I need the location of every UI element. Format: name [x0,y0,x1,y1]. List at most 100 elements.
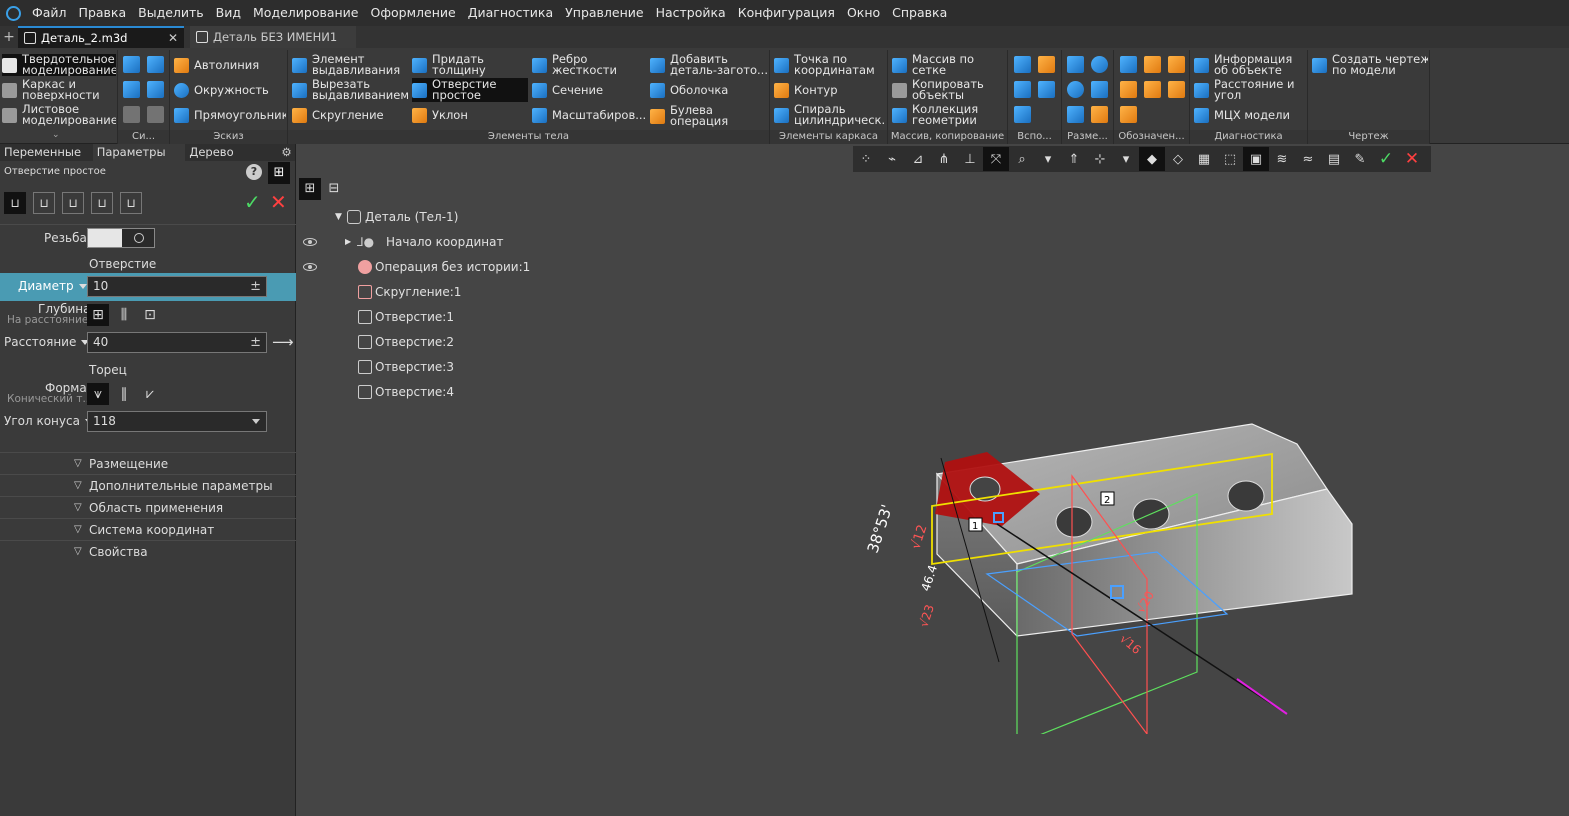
section-coordinate-system[interactable]: ▽ Система координат [0,518,296,540]
group-title[interactable]: Си... [118,130,169,144]
lcs-icon[interactable] [1038,81,1055,98]
depth-through-icon[interactable]: ⫼ [113,304,135,326]
hole-variant-3-button[interactable]: ⊔ [62,192,84,214]
depth-dimension[interactable]: 46.4 [919,563,941,593]
section-additional-params[interactable]: ▽ Дополнительные параметры [0,474,296,496]
diameter-dim-icon[interactable] [1091,56,1108,73]
section-scope[interactable]: ▽ Область применения [0,496,296,518]
cone-angle-select[interactable]: 118 [87,411,267,432]
menu-diagnostics[interactable]: Диагностика [462,0,559,26]
diameter-dimension[interactable]: √12 [909,523,931,551]
expand-chevron-icon[interactable]: ⌄ [52,130,60,140]
group-title[interactable]: Элементы тела [288,130,769,144]
thicken-button[interactable]: Придать толщину [412,53,528,77]
redo-icon[interactable] [147,106,164,123]
grid-array-button[interactable]: Массив по сетке [892,53,1006,77]
tab-parameters[interactable]: Параметры [92,144,186,161]
layers-icon[interactable]: ≋ [1269,147,1295,171]
rib-button[interactable]: Ребро жесткости [532,53,646,77]
fillet-button[interactable]: Скругление [292,104,408,126]
aux-point-icon[interactable] [1014,106,1031,123]
leader-icon[interactable] [1120,81,1137,98]
simple-hole-button[interactable]: Отверстие простое [412,78,528,102]
tab-variables[interactable]: Переменные [0,144,93,161]
thread-toggle[interactable] [87,228,155,248]
plane-icon[interactable] [1014,56,1031,73]
axis-view-icon[interactable]: ⊥ [957,147,983,171]
direction-arrow-icon[interactable]: ⟶ [272,333,294,351]
menu-configuration[interactable]: Конфигурация [732,0,841,26]
orient-dropdown-icon[interactable]: ▾ [1113,147,1139,171]
menu-select[interactable]: Выделить [132,0,210,26]
tab-document-inactive[interactable]: Деталь БЕЗ ИМЕНИ1 [190,26,356,48]
boolean-button[interactable]: Булева операция [650,104,768,128]
zoom-icon[interactable]: ⌕ [1009,147,1035,171]
mode-sheet-metal[interactable]: Листовое моделирование [2,104,116,126]
group-title[interactable]: Массив, копирование [888,130,1007,144]
hole-ellipse[interactable] [1055,506,1093,538]
display-icon[interactable]: ≈ [1295,147,1321,171]
tolerance-icon[interactable] [1144,81,1161,98]
eyedropper-icon[interactable]: ✎ [1347,147,1373,171]
tree-item-hole-1[interactable]: Отверстие:1 [297,306,597,328]
section-properties[interactable]: ▽ Свойства [0,540,296,562]
angle-dimension[interactable]: 38°53' [864,502,897,555]
section-placement[interactable]: ▽ Размещение [0,452,296,474]
help-icon[interactable]: ? [246,164,262,180]
group-title[interactable]: Диагностика [1190,130,1307,144]
cylindrical-spiral-button[interactable]: Спираль цилиндрическ... [774,103,886,127]
hidden-lines-icon[interactable]: ▣ [1243,147,1269,171]
distance-label[interactable]: Расстояние [4,335,90,349]
axis-icon[interactable] [1014,81,1031,98]
filter-icon[interactable]: ⁘ [853,147,879,171]
menu-modeling[interactable]: Моделирование [247,0,364,26]
menu-help[interactable]: Справка [886,0,953,26]
roughness-icon[interactable] [1144,56,1161,73]
tree-item-hole-3[interactable]: Отверстие:3 [297,356,597,378]
part-3d-model[interactable]: 38°53' √12 46.4 √23 √20 √16 1 2 [857,414,1377,734]
hole-variant-5-button[interactable]: ⊔ [120,192,142,214]
point-by-coords-button[interactable]: Точка по координатам [774,53,886,77]
mode-wireframe-surfaces[interactable]: Каркас и поверхности [2,79,116,101]
tab-document-active[interactable]: Деталь_2.m3d ✕ [18,26,184,48]
depth-distance-icon[interactable]: ⊞ [87,304,109,326]
plus-minus-icon[interactable]: ± [250,277,261,296]
tree-toggle-icon[interactable]: ⊞ [268,162,290,184]
print-icon[interactable] [123,81,140,98]
cancel-x-icon[interactable]: ✕ [1399,147,1425,171]
circle-button[interactable]: Окружность [174,79,286,101]
linear-dim-icon[interactable] [1067,56,1084,73]
expand-triangle-icon[interactable]: ▶ [345,231,351,253]
menu-edit[interactable]: Правка [73,0,133,26]
model-tree-compact-icon[interactable]: ⊟ [323,178,345,200]
hole-variant-4-button[interactable]: ⊔ [91,192,113,214]
hole-variant-2-button[interactable]: ⊔ [33,192,55,214]
app-logo-icon[interactable] [0,0,26,26]
group-title[interactable]: Обозначен... [1114,130,1189,144]
depth-to-object-icon[interactable]: ⊡ [139,304,161,326]
tab-close-icon[interactable]: ✕ [168,31,178,45]
cut-extrude-button[interactable]: Вырезать выдавливанием [292,78,408,102]
extrude-button[interactable]: Элемент выдавливания [292,53,408,77]
shape-conical-icon[interactable]: ⩛ [87,383,109,405]
dim-edit-icon[interactable] [1091,106,1108,123]
copy-objects-button[interactable]: Копировать объекты [892,78,1006,102]
cancel-x-icon[interactable]: ✕ [270,190,287,214]
preview-icon[interactable] [147,81,164,98]
group-title[interactable]: Разме... [1062,130,1113,144]
select-frame-icon[interactable]: ⬚ [1217,147,1243,171]
shell-button[interactable]: Оболочка [650,79,768,101]
tab-tree[interactable]: Дерево [185,144,278,161]
diameter-label[interactable]: Диаметр [18,279,87,293]
undo-icon[interactable] [123,106,140,123]
create-drawing-button[interactable]: Создать чертеж по модели [1312,53,1428,77]
pan-icon[interactable]: ⇑ [1061,147,1087,171]
auto-dim-icon[interactable] [1067,106,1084,123]
add-blank-button[interactable]: Добавить деталь-загото... [650,53,768,77]
group-title[interactable]: Вспо... [1008,130,1061,144]
scale-button[interactable]: Масштабиров... [532,104,646,126]
cone-angle-label[interactable]: Угол конуса [4,414,93,428]
group-title[interactable]: Чертеж [1308,130,1429,144]
eye-icon[interactable] [303,263,317,271]
menu-file[interactable]: Файл [26,0,73,26]
